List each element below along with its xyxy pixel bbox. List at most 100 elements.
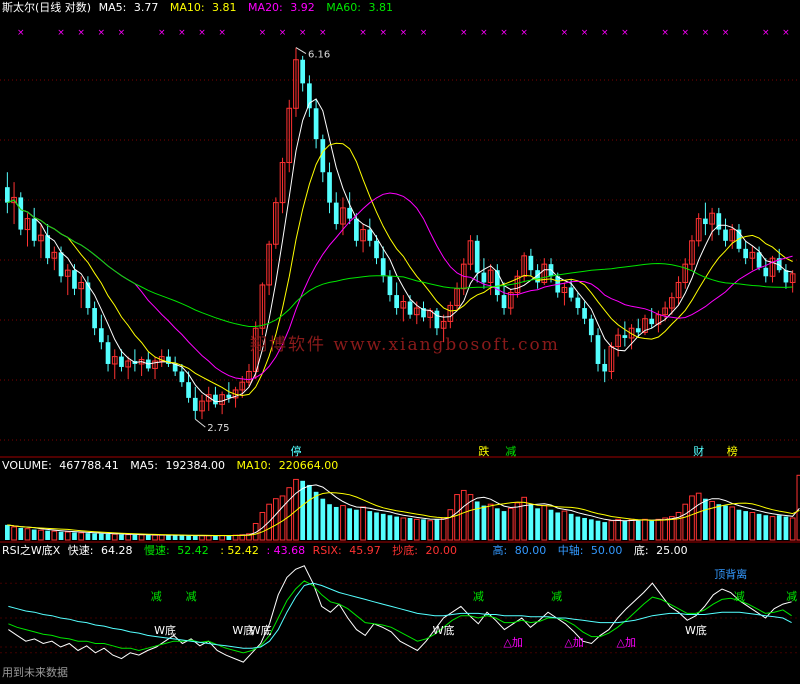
signal-marker: × — [420, 28, 428, 38]
rsi-header: RSI之W底X 快速: 64.28 慢速: 52.42 : 52.42 : 43… — [2, 544, 696, 558]
volume-bar — [628, 518, 635, 541]
volume-bar — [354, 509, 359, 540]
volume-bar — [682, 503, 689, 541]
rsi-low-legend: 底: 25.00 — [633, 544, 688, 557]
rsi-signal-label: 减 — [734, 590, 745, 603]
signal-marker: × — [460, 28, 468, 38]
volume-bar — [723, 505, 728, 540]
signal-marker: × — [621, 28, 629, 38]
ma5-legend: MA5: 3.77 — [98, 1, 159, 14]
rsi-signal-label: △加 — [503, 636, 522, 649]
volume-bar — [649, 520, 655, 540]
candle-body — [45, 235, 50, 259]
candle-body — [354, 218, 359, 241]
volume-bar — [192, 535, 198, 540]
candle-body — [333, 202, 339, 225]
volume-bar — [427, 520, 434, 541]
candle-body — [588, 318, 594, 336]
candle-body — [327, 172, 332, 203]
candle-body — [783, 270, 789, 283]
rsi-slow-legend: 慢速: 52.42 — [144, 544, 209, 557]
volume-header: VOLUME: 467788.41 MA5: 192384.00 MA10: 2… — [2, 459, 346, 473]
volume-bar — [64, 531, 71, 541]
volume-bar — [145, 535, 151, 540]
candle-body — [743, 248, 749, 259]
candle-body — [226, 394, 232, 398]
candle-body — [300, 59, 306, 84]
candle-body — [622, 335, 628, 338]
volume-bar — [602, 522, 608, 540]
volume-bar — [205, 535, 212, 541]
candle-body — [474, 240, 480, 273]
low-pointer — [194, 418, 206, 428]
rsi-v4: : 43.68 — [266, 544, 306, 557]
signal-marker: × — [520, 28, 528, 38]
candle-body — [756, 252, 762, 268]
volume-bar — [279, 495, 286, 541]
vol-ma5-legend: MA5: 192384.00 — [130, 459, 226, 472]
rsi-signal-label: 顶背离 — [714, 567, 747, 581]
volume-bar — [38, 529, 44, 541]
signal-marker: × — [702, 28, 710, 38]
candle-body — [367, 229, 373, 241]
candle-body — [58, 252, 64, 277]
chaodi-legend: 抄底: 20.00 — [392, 544, 457, 557]
volume-bar — [166, 535, 171, 540]
volume-bar — [51, 530, 58, 541]
signal-marker: × — [379, 28, 387, 38]
ma60-line — [7, 199, 793, 327]
candle-body — [723, 229, 728, 241]
volume-bar — [615, 518, 621, 541]
chart-stage[interactable]: × × × × × × × × × × × × × × × × × × × × × × × × × × × × × × × 6.16 2.75 停… — [0, 0, 800, 680]
signal-marker: × — [601, 28, 609, 38]
candle-body — [595, 335, 601, 364]
price-panel[interactable]: × × × × × × × × × × × × × × × × × × × × × × × × × × × × × × × 6.16 2.75 停… — [5, 28, 796, 458]
candle-body — [105, 342, 111, 364]
volume-panel[interactable] — [5, 474, 800, 541]
volume-bar — [575, 516, 581, 540]
volume-bar — [528, 504, 534, 540]
volume-bar — [716, 504, 722, 540]
volume-bar — [105, 533, 111, 540]
rsi-signal-label: △加 — [564, 636, 583, 649]
volume-bar — [98, 533, 104, 540]
volume-bar — [460, 489, 467, 541]
event-label: 榜 — [727, 444, 738, 458]
volume-bar — [78, 532, 85, 541]
volume-bar — [18, 527, 24, 540]
rsi-high-legend: 高: 80.00 — [492, 544, 547, 557]
volume-bar — [736, 509, 742, 540]
volume-bar — [756, 513, 762, 540]
volume-bar — [689, 495, 695, 541]
signal-marker: × — [279, 28, 287, 38]
rsi-panel[interactable]: 减减W底 W底W底 W底减 减△加 △加 △加W底顶背离减减 — [0, 565, 800, 663]
volume-bar — [776, 515, 782, 540]
volume-bar — [374, 512, 379, 540]
candle-body — [387, 276, 393, 296]
candle-body — [31, 218, 37, 241]
volume-bar — [555, 512, 561, 540]
volume-bar — [434, 519, 440, 540]
volume-bar — [199, 535, 205, 541]
signal-marker: × — [480, 28, 488, 38]
stock-title: 斯太尔(日线 对数) — [2, 1, 92, 14]
candle-body — [528, 255, 534, 271]
volume-bar — [333, 506, 339, 540]
volume-title: VOLUME: 467788.41 — [2, 459, 119, 472]
volume-bar — [413, 518, 420, 541]
signal-marker: × — [158, 28, 166, 38]
ma20-legend: MA20: 3.92 — [248, 1, 315, 14]
volume-bar — [5, 524, 10, 540]
volume-bar — [729, 506, 736, 541]
signal-marker: × — [561, 28, 569, 38]
candle-body — [763, 267, 769, 277]
high-pointer — [295, 47, 307, 55]
volume-bar — [213, 535, 218, 540]
volume-bar — [494, 508, 500, 540]
volume-bar — [132, 534, 138, 540]
candle-body — [92, 308, 97, 329]
volume-bar — [31, 529, 37, 540]
signal-marker: × — [299, 28, 307, 38]
rsi-signal-label: W底 — [154, 623, 176, 637]
event-label: 财 — [693, 444, 704, 458]
